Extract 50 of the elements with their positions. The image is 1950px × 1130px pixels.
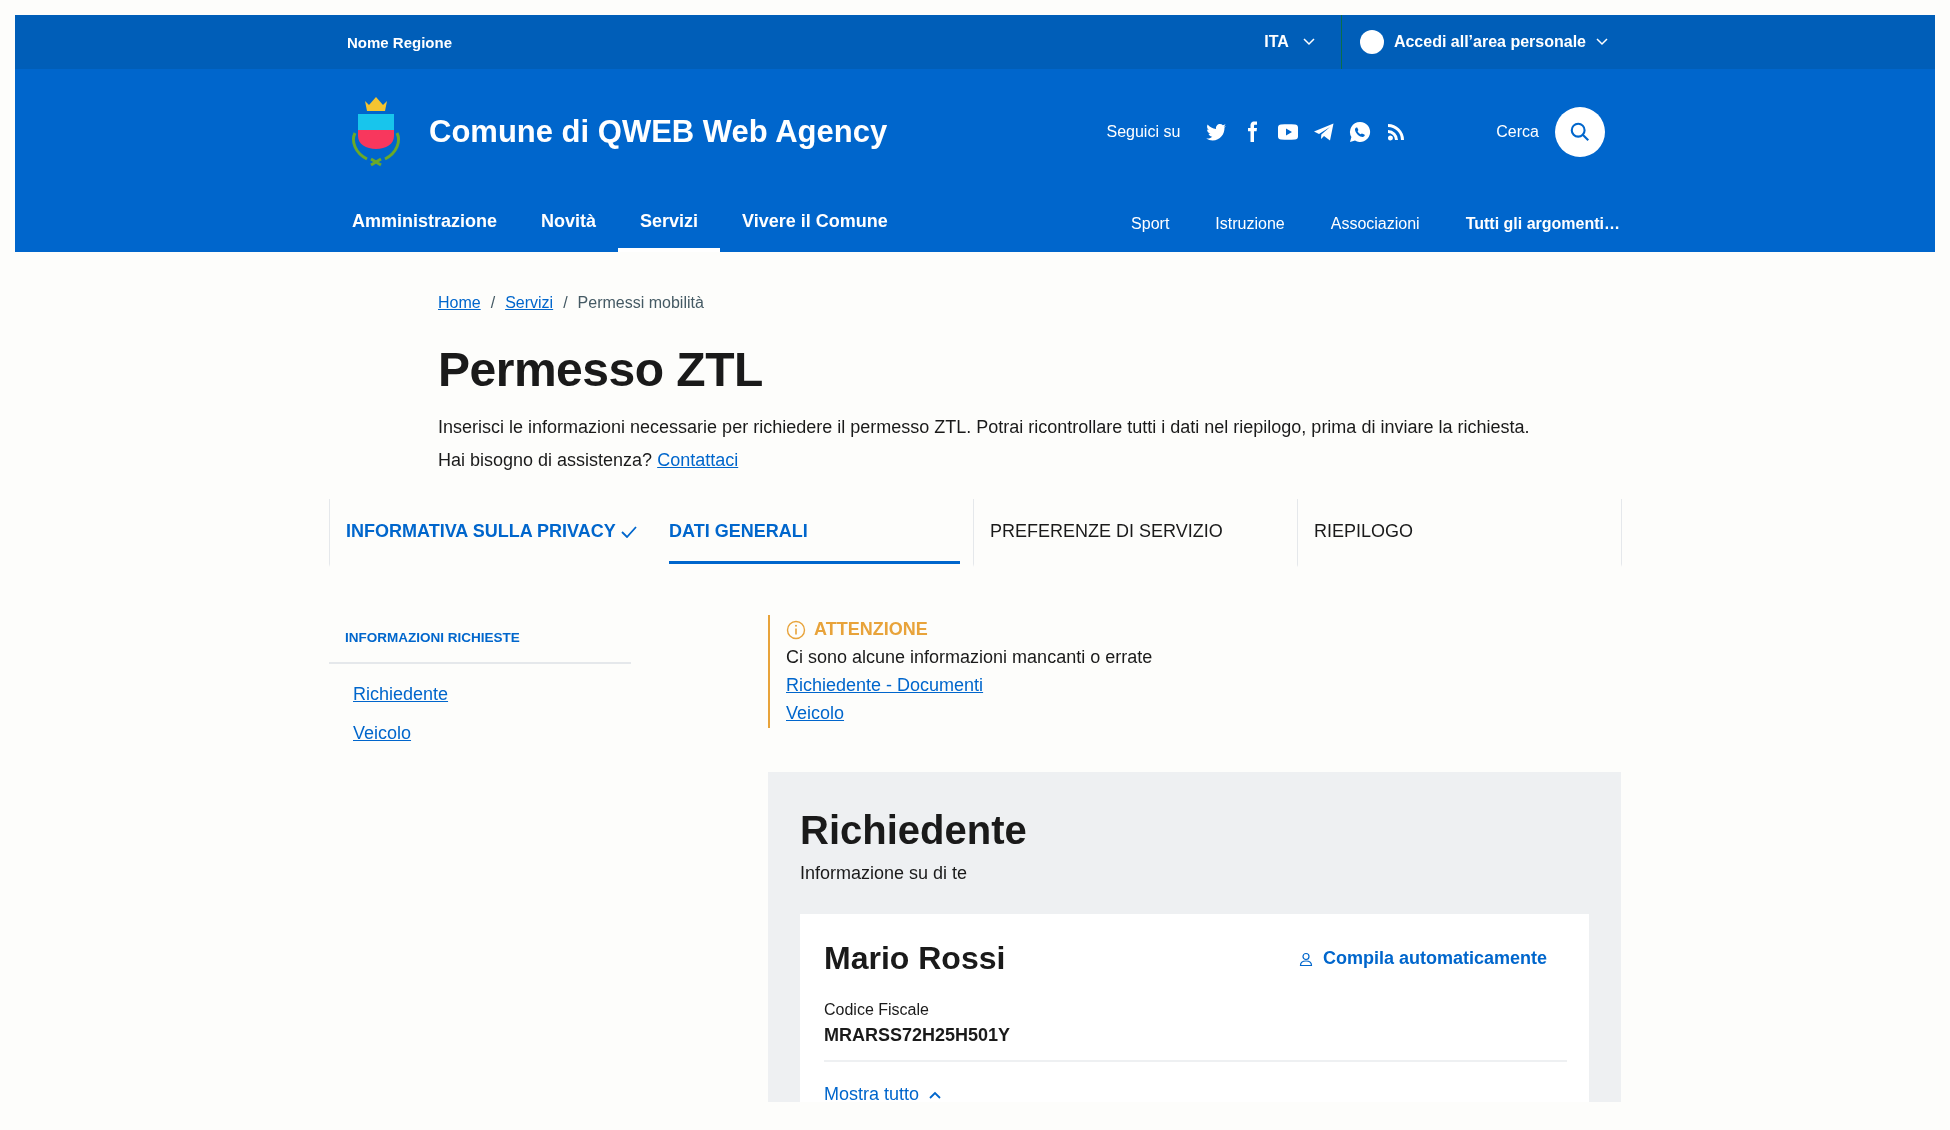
topic-link[interactable]: Istruzione bbox=[1192, 195, 1308, 252]
autofill-button[interactable]: Compila automaticamente bbox=[1292, 947, 1553, 970]
check-icon bbox=[621, 525, 637, 538]
section-subtitle: Informazione su di te bbox=[800, 863, 969, 884]
avatar-circle-icon bbox=[1359, 30, 1384, 54]
page-description: Inserisci le informazioni necessarie per richiedere il permesso ZTL. Potrai ricontrollare tutti i dati nel riepilogo, prima di inviare la richiesta. bbox=[438, 417, 1531, 438]
nav-link[interactable]: Vivere il Comune bbox=[720, 195, 910, 252]
sidebar-title: INFORMAZIONI RICHIESTE bbox=[329, 615, 631, 664]
field-value: MRARSS72H25H501Y bbox=[824, 1025, 1567, 1062]
follow-label: Seguici su bbox=[1106, 123, 1181, 141]
alert-link[interactable]: Veicolo bbox=[786, 703, 845, 724]
info-icon bbox=[786, 619, 806, 640]
region-name[interactable]: Nome Regione bbox=[347, 33, 452, 51]
step-tab[interactable]: PREFERENZE DI SERVIZIO bbox=[973, 499, 1298, 567]
help-text: Hai bisogno di assistenza? bbox=[438, 450, 653, 470]
alert-title: ATTENZIONE bbox=[814, 619, 928, 640]
topic-link[interactable]: Associazioni bbox=[1307, 195, 1443, 252]
alert-link[interactable]: Richiedente - Documenti bbox=[786, 675, 984, 696]
breadcrumb-current: Permessi mobilità bbox=[577, 294, 704, 312]
nav-link[interactable]: Novità bbox=[519, 195, 619, 252]
chevron-down-icon bbox=[1596, 38, 1608, 46]
step-tab[interactable]: DATI GENERALI bbox=[653, 499, 974, 567]
search-icon bbox=[1569, 121, 1591, 143]
breadcrumb-separator: / bbox=[563, 294, 568, 312]
page-title: Permesso ZTL bbox=[438, 342, 764, 397]
person-icon bbox=[1298, 951, 1313, 966]
topic-link[interactable]: Sport bbox=[1108, 195, 1193, 252]
sidebar-link[interactable]: Richiedente bbox=[353, 684, 449, 705]
sidebar-link[interactable]: Veicolo bbox=[353, 723, 412, 744]
nav-link[interactable]: Servizi bbox=[618, 195, 721, 252]
breadcrumb-link[interactable]: Home bbox=[438, 294, 481, 312]
contact-link[interactable]: Contattaci bbox=[657, 450, 739, 470]
search-button[interactable] bbox=[1555, 107, 1605, 157]
whatsapp-icon[interactable] bbox=[1348, 120, 1373, 144]
site-title[interactable]: Comune di QWEB Web Agency bbox=[429, 114, 888, 150]
show-all-toggle[interactable]: Mostra tutto bbox=[824, 1084, 942, 1102]
nav-link[interactable]: Amministrazione bbox=[330, 195, 520, 252]
field-label: Codice Fiscale bbox=[824, 1001, 930, 1019]
breadcrumb-separator: / bbox=[490, 294, 496, 312]
step-tab[interactable]: INFORMATIVA SULLA PRIVACY bbox=[329, 499, 654, 567]
chevron-icon bbox=[929, 1090, 942, 1099]
login-button[interactable]: Accedi all’area personale bbox=[1341, 15, 1620, 69]
chevron-down-icon bbox=[1302, 38, 1315, 46]
person-name: Mario Rossi bbox=[824, 940, 1006, 977]
topic-link[interactable]: Tutti gli argomenti… bbox=[1442, 195, 1620, 252]
breadcrumb-link[interactable]: Servizi bbox=[505, 294, 554, 312]
alert-message: Ci sono alcune informazioni mancanti o errate bbox=[786, 647, 1153, 668]
step-tab[interactable]: RIEPILOGO bbox=[1297, 499, 1622, 567]
search-label: Cerca bbox=[1496, 123, 1539, 141]
section-title: Richiedente bbox=[800, 808, 1028, 853]
